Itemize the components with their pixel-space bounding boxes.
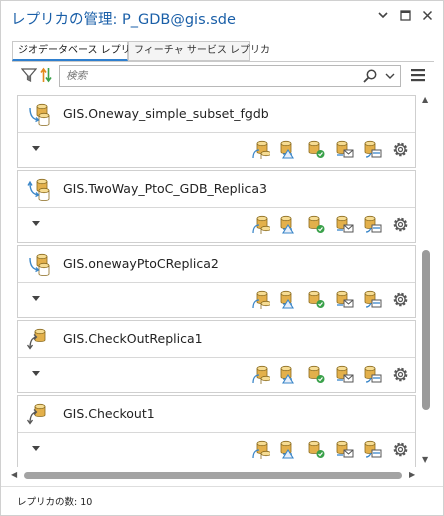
export-changes-icon[interactable] [279,140,298,159]
pane-title: レプリカの管理: P_GDB@gis.sde [11,12,236,28]
scroll-down-arrow-icon[interactable]: ▼ [422,455,428,465]
settings-icon[interactable] [391,215,410,234]
scroll-up-arrow-icon[interactable]: ▲ [422,95,428,105]
maximize-icon[interactable] [395,7,415,27]
card-divider [18,207,415,208]
replica-card-header[interactable]: GIS.TwoWay_PtoC_GDB_Replica3 [18,171,415,207]
replica-list: GIS.Oneway_simple_subset_fgdb GIS.TwoWay… [9,93,419,467]
settings-icon[interactable] [391,290,410,309]
horizontal-scrollbar[interactable]: ◀ ▶ [9,468,419,482]
unregister-replica-icon[interactable] [363,140,382,159]
scroll-left-arrow-icon[interactable]: ◀ [11,470,17,480]
replica-card: GIS.Oneway_simple_subset_fgdb [17,95,416,168]
two-way-replica-icon [27,178,50,201]
replica-name[interactable]: GIS.TwoWay_PtoC_GDB_Replica3 [63,181,267,196]
one-way-replica-icon [29,103,50,126]
replica-name[interactable]: GIS.Checkout1 [63,406,155,421]
tab-geodatabase-replicas[interactable]: ジオデータベース レプリカ [12,41,141,61]
settings-icon[interactable] [391,140,410,159]
synchronize-icon[interactable] [251,440,270,459]
sort-icon[interactable] [40,66,52,84]
filter-icon[interactable] [21,67,37,83]
export-changes-icon[interactable] [279,365,298,384]
unregister-replica-icon[interactable] [363,440,382,459]
export-changes-icon[interactable] [279,290,298,309]
import-changes-icon[interactable] [307,440,326,459]
re-export-messages-icon[interactable] [335,140,354,159]
replica-card-header[interactable]: GIS.CheckOutReplica1 [18,321,415,357]
re-export-messages-icon[interactable] [335,365,354,384]
pane-options-chevron-icon[interactable] [373,7,393,27]
import-changes-icon[interactable] [307,290,326,309]
tab-feature-service-replicas[interactable]: フィーチャ サービス レプリカ [128,41,270,61]
one-way-replica-icon [29,253,50,276]
synchronize-icon[interactable] [251,140,270,159]
replica-count: レプリカの数: 10 [17,497,93,508]
import-changes-icon[interactable] [307,140,326,159]
close-icon[interactable] [417,7,437,27]
replica-card: GIS.TwoWay_PtoC_GDB_Replica3 [17,170,416,243]
search-options-chevron-icon[interactable] [383,68,397,84]
horizontal-scroll-thumb[interactable] [24,472,402,479]
unregister-replica-icon[interactable] [363,365,382,384]
card-divider [18,357,415,358]
re-export-messages-icon[interactable] [335,215,354,234]
expand-caret-icon[interactable] [32,296,40,302]
replica-card-header[interactable]: GIS.onewayPtoCReplica2 [18,246,415,282]
expand-caret-icon[interactable] [32,221,40,227]
expand-caret-icon[interactable] [32,371,40,377]
expand-caret-icon[interactable] [32,446,40,452]
tab-divider [12,61,434,62]
settings-icon[interactable] [391,440,410,459]
expand-caret-icon[interactable] [32,146,40,152]
card-divider [18,432,415,433]
status-bar: レプリカの数: 10 [1,486,443,516]
export-changes-icon[interactable] [279,440,298,459]
replica-card: GIS.onewayPtoCReplica2 [17,245,416,318]
replica-name[interactable]: GIS.CheckOutReplica1 [63,331,203,346]
re-export-messages-icon[interactable] [335,440,354,459]
search-icon[interactable] [362,68,378,84]
checkout-replica-icon [27,403,46,425]
replica-name[interactable]: GIS.Oneway_simple_subset_fgdb [63,106,269,121]
import-changes-icon[interactable] [307,365,326,384]
scroll-right-arrow-icon[interactable]: ▶ [409,470,415,480]
replica-card: GIS.Checkout1 [17,395,416,467]
synchronize-icon[interactable] [251,290,270,309]
re-export-messages-icon[interactable] [335,290,354,309]
search-input[interactable] [66,68,356,84]
card-divider [18,282,415,283]
unregister-replica-icon[interactable] [363,290,382,309]
vertical-scroll-thumb[interactable] [422,250,430,410]
synchronize-icon[interactable] [251,365,270,384]
synchronize-icon[interactable] [251,215,270,234]
manage-replicas-pane: レプリカの管理: P_GDB@gis.sde ジオデータベース レプリカ フィー… [0,0,444,516]
card-divider [18,132,415,133]
export-changes-icon[interactable] [279,215,298,234]
replica-name[interactable]: GIS.onewayPtoCReplica2 [63,256,219,271]
title-bar: レプリカの管理: P_GDB@gis.sde [1,1,443,35]
unregister-replica-icon[interactable] [363,215,382,234]
replica-card-header[interactable]: GIS.Checkout1 [18,396,415,432]
replica-card-header[interactable]: GIS.Oneway_simple_subset_fgdb [18,96,415,132]
vertical-scrollbar[interactable]: ▲ ▼ [419,93,433,467]
menu-icon[interactable] [411,68,425,82]
replica-card: GIS.CheckOutReplica1 [17,320,416,393]
checkout-replica-icon [27,328,46,350]
settings-icon[interactable] [391,365,410,384]
import-changes-icon[interactable] [307,215,326,234]
search-box [59,65,401,87]
